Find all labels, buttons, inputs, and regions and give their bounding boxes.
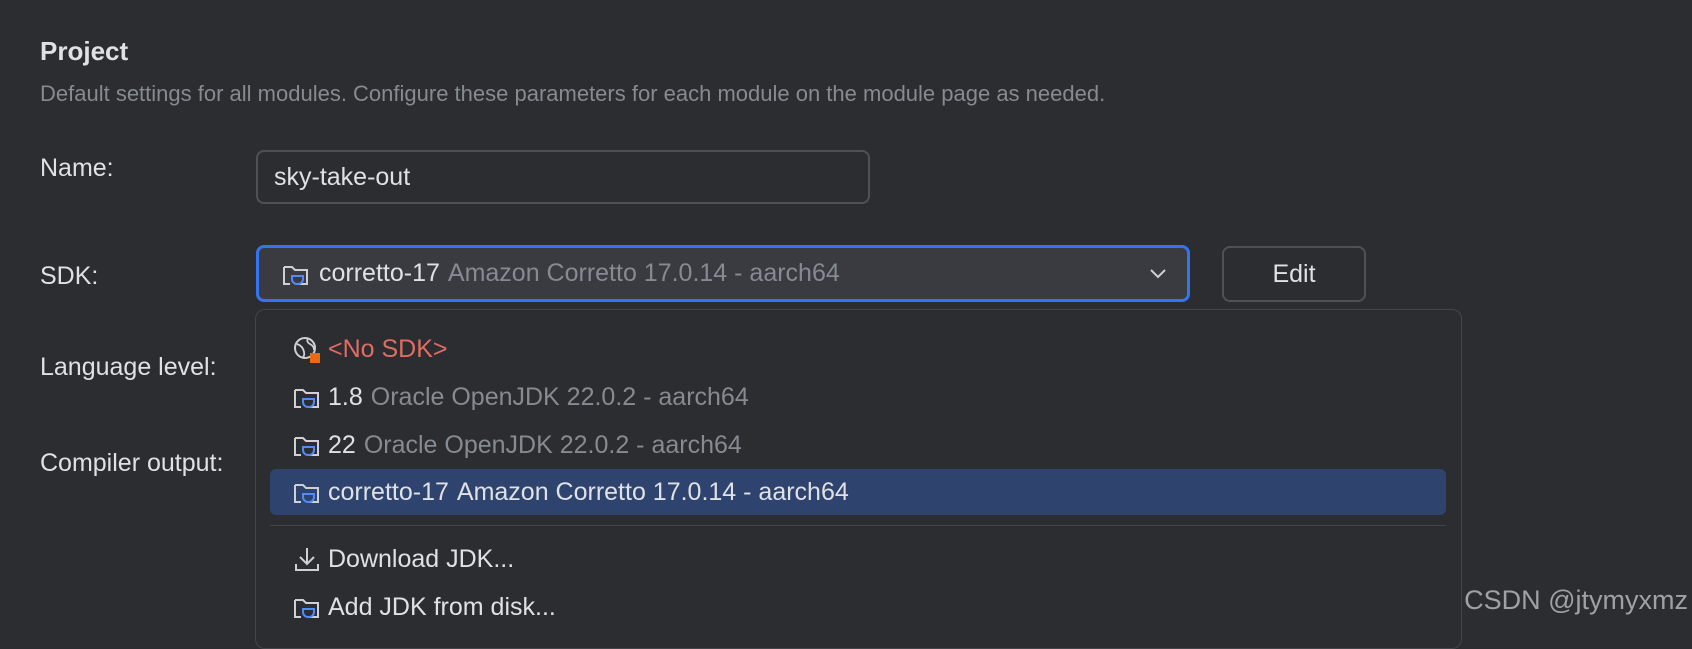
dropdown-divider bbox=[270, 525, 1446, 526]
no-sdk-globe-icon bbox=[292, 334, 322, 364]
section-subtitle: Default settings for all modules. Config… bbox=[40, 81, 1106, 106]
dropdown-item-no-sdk[interactable]: <No SDK> bbox=[270, 326, 1446, 372]
name-label: Name: bbox=[40, 154, 114, 182]
add-jdk-from-disk-action[interactable]: Add JDK from disk... bbox=[270, 584, 1446, 630]
jdk-folder-icon bbox=[292, 382, 322, 412]
language-level-label: Language level: bbox=[40, 353, 217, 381]
jdk-folder-icon bbox=[292, 592, 322, 622]
chevron-down-icon bbox=[1147, 262, 1169, 284]
name-field-value: sky-take-out bbox=[274, 162, 411, 191]
dropdown-item-22[interactable]: 22 Oracle OpenJDK 22.0.2 - aarch64 bbox=[270, 422, 1446, 468]
download-jdk-label: Download JDK... bbox=[328, 544, 515, 573]
add-jdk-from-disk-label: Add JDK from disk... bbox=[328, 592, 556, 621]
name-field[interactable]: sky-take-out bbox=[256, 150, 870, 204]
sdk-selected-detail: Amazon Corretto 17.0.14 - aarch64 bbox=[447, 259, 840, 287]
dropdown-item-label: 1.8 bbox=[328, 382, 363, 411]
dropdown-item-label: <No SDK> bbox=[328, 334, 448, 363]
download-jdk-action[interactable]: Download JDK... bbox=[270, 536, 1446, 582]
sdk-dropdown-popup: <No SDK> 1.8 Oracle OpenJDK 22.0.2 - aar… bbox=[255, 309, 1462, 649]
compiler-output-label: Compiler output: bbox=[40, 449, 224, 477]
section-title: Project bbox=[40, 36, 129, 66]
dropdown-item-corretto-17[interactable]: corretto-17 Amazon Corretto 17.0.14 - aa… bbox=[270, 469, 1446, 515]
sdk-selected-name: corretto-17 bbox=[319, 259, 440, 287]
dropdown-item-detail: Oracle OpenJDK 22.0.2 - aarch64 bbox=[363, 430, 742, 459]
sdk-combobox[interactable]: corretto-17 Amazon Corretto 17.0.14 - aa… bbox=[256, 245, 1190, 302]
dropdown-item-label: corretto-17 bbox=[328, 477, 449, 506]
dropdown-item-detail: Oracle OpenJDK 22.0.2 - aarch64 bbox=[370, 382, 749, 411]
watermark: CSDN @jtymyxmz bbox=[1464, 585, 1688, 615]
jdk-folder-icon bbox=[281, 259, 311, 289]
jdk-folder-icon bbox=[292, 430, 322, 460]
jdk-folder-icon bbox=[292, 477, 322, 507]
edit-button[interactable]: Edit bbox=[1222, 246, 1366, 302]
dropdown-item-1-8[interactable]: 1.8 Oracle OpenJDK 22.0.2 - aarch64 bbox=[270, 374, 1446, 420]
dropdown-item-detail: Amazon Corretto 17.0.14 - aarch64 bbox=[456, 477, 849, 506]
dropdown-item-label: 22 bbox=[328, 430, 356, 459]
edit-button-label: Edit bbox=[1272, 259, 1316, 288]
sdk-label: SDK: bbox=[40, 262, 99, 290]
download-icon bbox=[292, 544, 322, 574]
